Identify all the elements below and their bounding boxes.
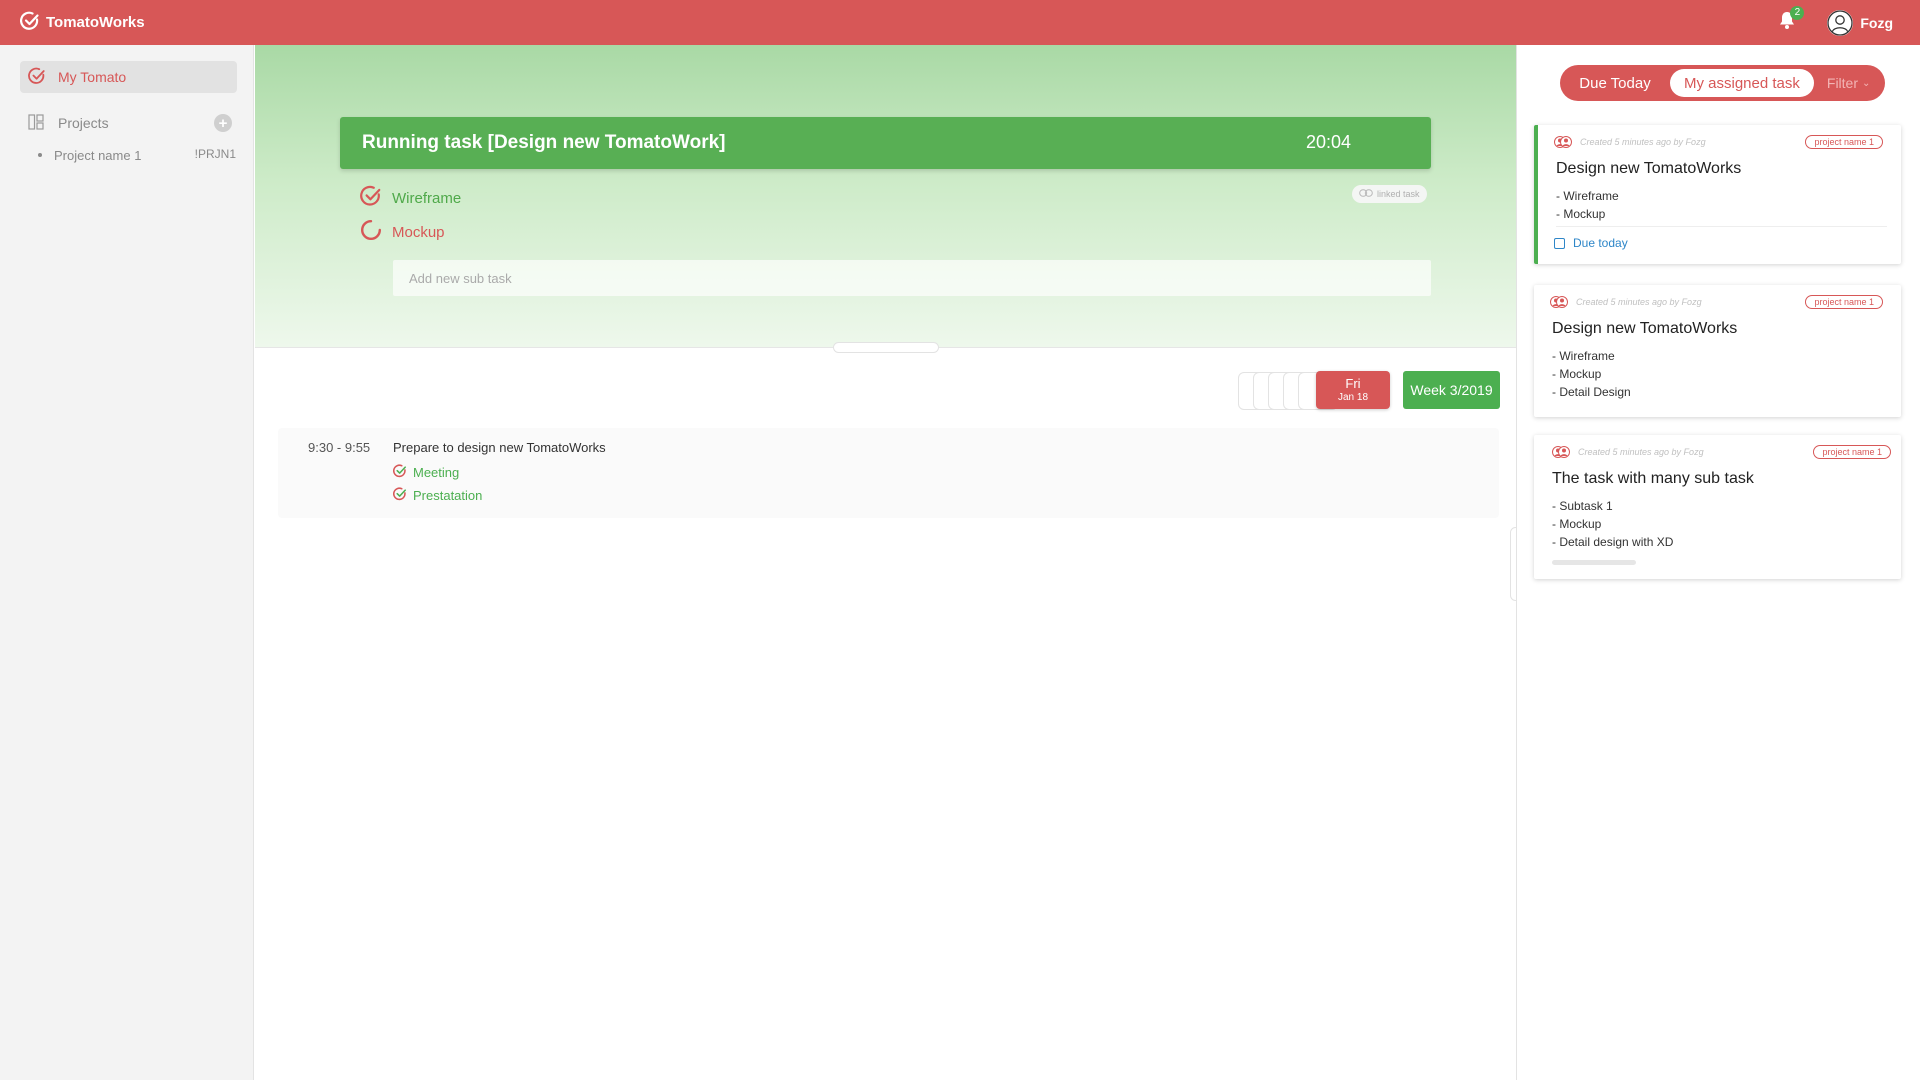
sidebar: My Tomato Projects + Project name 1 !PRJ…: [0, 45, 254, 1080]
calendar-icon: [1554, 237, 1565, 249]
card-subtask: - Mockup: [1552, 517, 1602, 531]
running-task-panel: Running task [Design new TomatoWork] 20:…: [255, 45, 1516, 348]
day-card-selected[interactable]: Fri Jan 18: [1316, 371, 1390, 409]
card-meta-text: Created 5 minutes ago by Fozg: [1578, 447, 1704, 457]
project-tag[interactable]: project name 1: [1805, 135, 1883, 149]
card-subtasks: - Wireframe - Mockup - Detail Design: [1552, 347, 1631, 401]
notification-badge: 2: [1790, 5, 1805, 20]
subtask-label: Wireframe: [392, 189, 462, 207]
running-task-title: Running task [Design new TomatoWork]: [362, 132, 726, 153]
task-tabs: Due Today My assigned task Filter ⌄: [1560, 65, 1885, 101]
sidebar-item-projects[interactable]: Projects +: [28, 111, 236, 135]
card-meta: Created 5 minutes ago by Fozg: [1550, 295, 1702, 309]
card-due-date: Due today: [1554, 236, 1628, 250]
brand-check-icon: [20, 11, 46, 35]
filter-dropdown[interactable]: Filter ⌄: [1827, 75, 1871, 91]
user-avatar-icon: [1827, 9, 1854, 36]
tab-my-assigned-task[interactable]: My assigned task: [1670, 69, 1814, 97]
sidebar-item-my-tomato[interactable]: My Tomato: [20, 61, 237, 93]
subtask-label: Mockup: [392, 223, 445, 241]
task-card[interactable]: Created 5 minutes ago by Fozg project na…: [1534, 435, 1901, 579]
sidebar-item-project[interactable]: Project name 1 !PRJN1: [38, 145, 236, 165]
schedule-subtask[interactable]: Meeting: [393, 463, 459, 481]
card-progress-bar: [1552, 560, 1636, 565]
avatar-group-icon: [1554, 135, 1572, 149]
avatar-group-icon: [1550, 295, 1568, 309]
avatar-group-icon: [1552, 445, 1570, 459]
card-subtask: - Wireframe: [1552, 349, 1615, 363]
check-circle-icon: [393, 486, 413, 504]
add-subtask-input[interactable]: [393, 260, 1431, 296]
running-task-bar[interactable]: Running task [Design new TomatoWork] 20:…: [340, 117, 1431, 169]
card-meta: Created 5 minutes ago by Fozg: [1552, 445, 1704, 459]
day-date: Jan 18: [1337, 392, 1369, 403]
card-subtask: - Mockup: [1552, 367, 1602, 381]
linked-task-label: linked task: [1377, 189, 1420, 199]
card-title: Design new TomatoWorks: [1552, 320, 1738, 337]
card-subtask: - Detail Design: [1552, 385, 1631, 399]
sidebar-item-label: My Tomato: [58, 69, 127, 85]
card-due-label: Due today: [1573, 236, 1628, 250]
user-menu[interactable]: Fozg: [1827, 9, 1893, 36]
schedule-subtask[interactable]: Prestatation: [393, 486, 482, 504]
card-title: The task with many sub task: [1552, 470, 1754, 487]
card-subtask: - Subtask 1: [1552, 499, 1613, 513]
card-meta-text: Created 5 minutes ago by Fozg: [1576, 297, 1702, 307]
project-tag[interactable]: project name 1: [1813, 445, 1891, 459]
link-icon: [1359, 189, 1377, 199]
check-circle-icon: [28, 67, 58, 88]
bullet-icon: [38, 153, 42, 157]
notification-button[interactable]: 2: [1775, 5, 1805, 35]
project-code: !PRJN1: [194, 147, 236, 161]
card-subtask: - Detail design with XD: [1552, 535, 1674, 549]
task-card[interactable]: Created 5 minutes ago by Fozg project na…: [1534, 125, 1901, 264]
user-name: Fozg: [1860, 14, 1893, 31]
panel-resize-handle[interactable]: [833, 342, 939, 353]
schedule-title: Prepare to design new TomatoWorks: [393, 440, 606, 455]
subtask-item-in-progress[interactable]: Mockup: [360, 219, 445, 245]
kanban-icon: [28, 113, 44, 133]
linked-task-badge[interactable]: linked task: [1352, 185, 1427, 203]
add-project-button[interactable]: +: [214, 114, 232, 132]
subtask-item-done[interactable]: Wireframe: [360, 185, 462, 211]
right-panel: Due Today My assigned task Filter ⌄ Crea…: [1516, 45, 1920, 1080]
running-timer: 20:04: [1305, 132, 1351, 152]
card-meta-text: Created 5 minutes ago by Fozg: [1580, 137, 1706, 147]
schedule-item[interactable]: 9:30 - 9:55 Prepare to design new Tomato…: [278, 428, 1499, 518]
task-card[interactable]: Created 5 minutes ago by Fozg project na…: [1534, 285, 1901, 417]
check-circle-icon: [360, 185, 392, 211]
filter-label: Filter: [1826, 75, 1859, 91]
card-subtasks: - Subtask 1 - Mockup - Detail design wit…: [1552, 497, 1673, 551]
brand-logo[interactable]: TomatoWorks: [20, 11, 145, 35]
day-weekday: Fri: [1345, 376, 1361, 391]
card-title: Design new TomatoWorks: [1556, 160, 1742, 177]
project-name: Project name 1: [54, 147, 142, 163]
tab-due-today[interactable]: Due Today: [1560, 75, 1670, 92]
chevron-down-icon: ⌄: [1862, 77, 1871, 89]
top-bar: TomatoWorks 2 Fozg: [0, 0, 1920, 45]
check-circle-icon: [393, 463, 413, 481]
card-subtask: - Wireframe: [1556, 189, 1619, 203]
project-tag[interactable]: project name 1: [1805, 295, 1883, 309]
card-divider: [1556, 226, 1887, 227]
spinner-icon: [360, 219, 392, 245]
sidebar-item-label: Projects: [58, 115, 109, 131]
schedule-time: 9:30 - 9:55: [308, 440, 371, 455]
card-subtask: - Mockup: [1556, 207, 1606, 221]
schedule-subtask-label: Meeting: [413, 464, 460, 480]
card-meta: Created 5 minutes ago by Fozg: [1554, 135, 1706, 149]
week-button[interactable]: Week 3/2019: [1403, 371, 1500, 409]
card-subtasks: - Wireframe - Mockup: [1556, 187, 1619, 223]
app-name: TomatoWorks: [46, 14, 145, 31]
schedule-subtask-label: Prestatation: [413, 487, 483, 503]
